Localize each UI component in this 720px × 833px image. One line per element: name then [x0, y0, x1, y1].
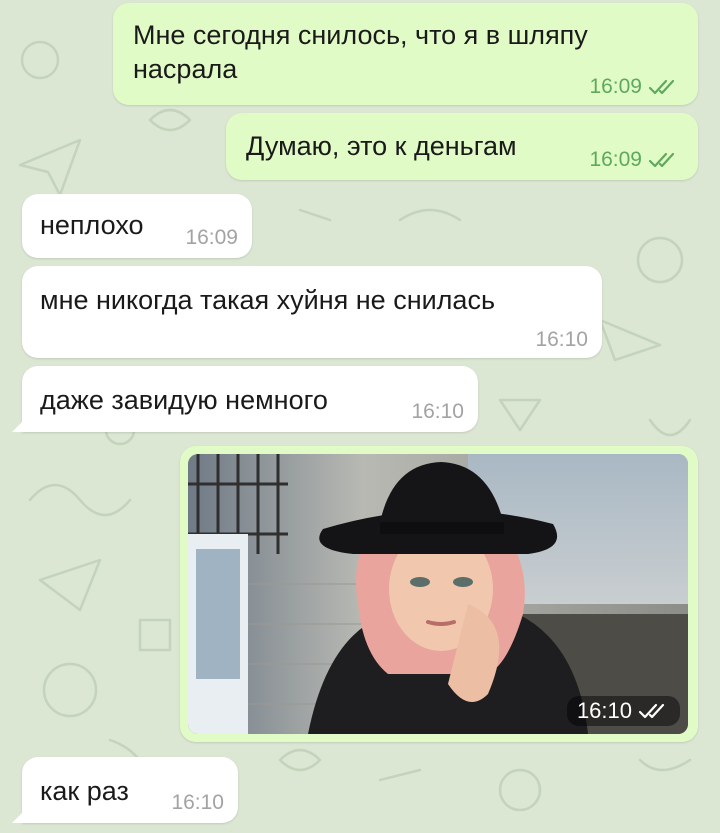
outgoing-message[interactable]: Мне сегодня снилось, что я в шляпу насра…	[113, 3, 698, 105]
message-time: 16:09	[589, 148, 642, 171]
double-check-icon	[648, 152, 675, 168]
outgoing-message[interactable]: Думаю, это к деньгам 16:09	[226, 113, 698, 180]
message-text: как раз	[40, 776, 129, 806]
incoming-message[interactable]: мне никогда такая хуйня не снилась 16:10	[22, 266, 602, 358]
message-meta: 16:09	[589, 75, 680, 99]
photo-meta: 16:10	[566, 696, 680, 726]
double-check-icon	[638, 703, 665, 719]
photo[interactable]	[188, 454, 688, 734]
message-meta: 16:10	[171, 791, 224, 815]
message-text: даже завидую немного	[40, 385, 328, 415]
message-text: неплохо	[40, 210, 144, 240]
message-meta: 16:09	[185, 226, 238, 250]
message-text: Думаю, это к деньгам	[246, 131, 517, 161]
incoming-message[interactable]: даже завидую немного 16:10	[22, 366, 478, 432]
incoming-message[interactable]: как раз 16:10	[22, 757, 238, 823]
double-check-icon	[648, 79, 675, 95]
outgoing-photo-message[interactable]: 16:10	[180, 446, 698, 742]
selfie-photo-image	[188, 454, 688, 734]
message-time: 16:10	[171, 791, 224, 814]
message-meta: 16:09	[589, 148, 680, 172]
message-time: 16:10	[535, 328, 588, 351]
message-meta: 16:10	[411, 400, 464, 424]
message-text: мне никогда такая хуйня не снилась	[40, 285, 496, 315]
incoming-message[interactable]: неплохо 16:09	[22, 194, 252, 258]
message-time: 16:10	[576, 698, 632, 723]
message-time: 16:09	[185, 226, 238, 249]
message-time: 16:09	[589, 75, 642, 98]
message-time: 16:10	[411, 400, 464, 423]
message-meta: 16:10	[535, 328, 588, 352]
